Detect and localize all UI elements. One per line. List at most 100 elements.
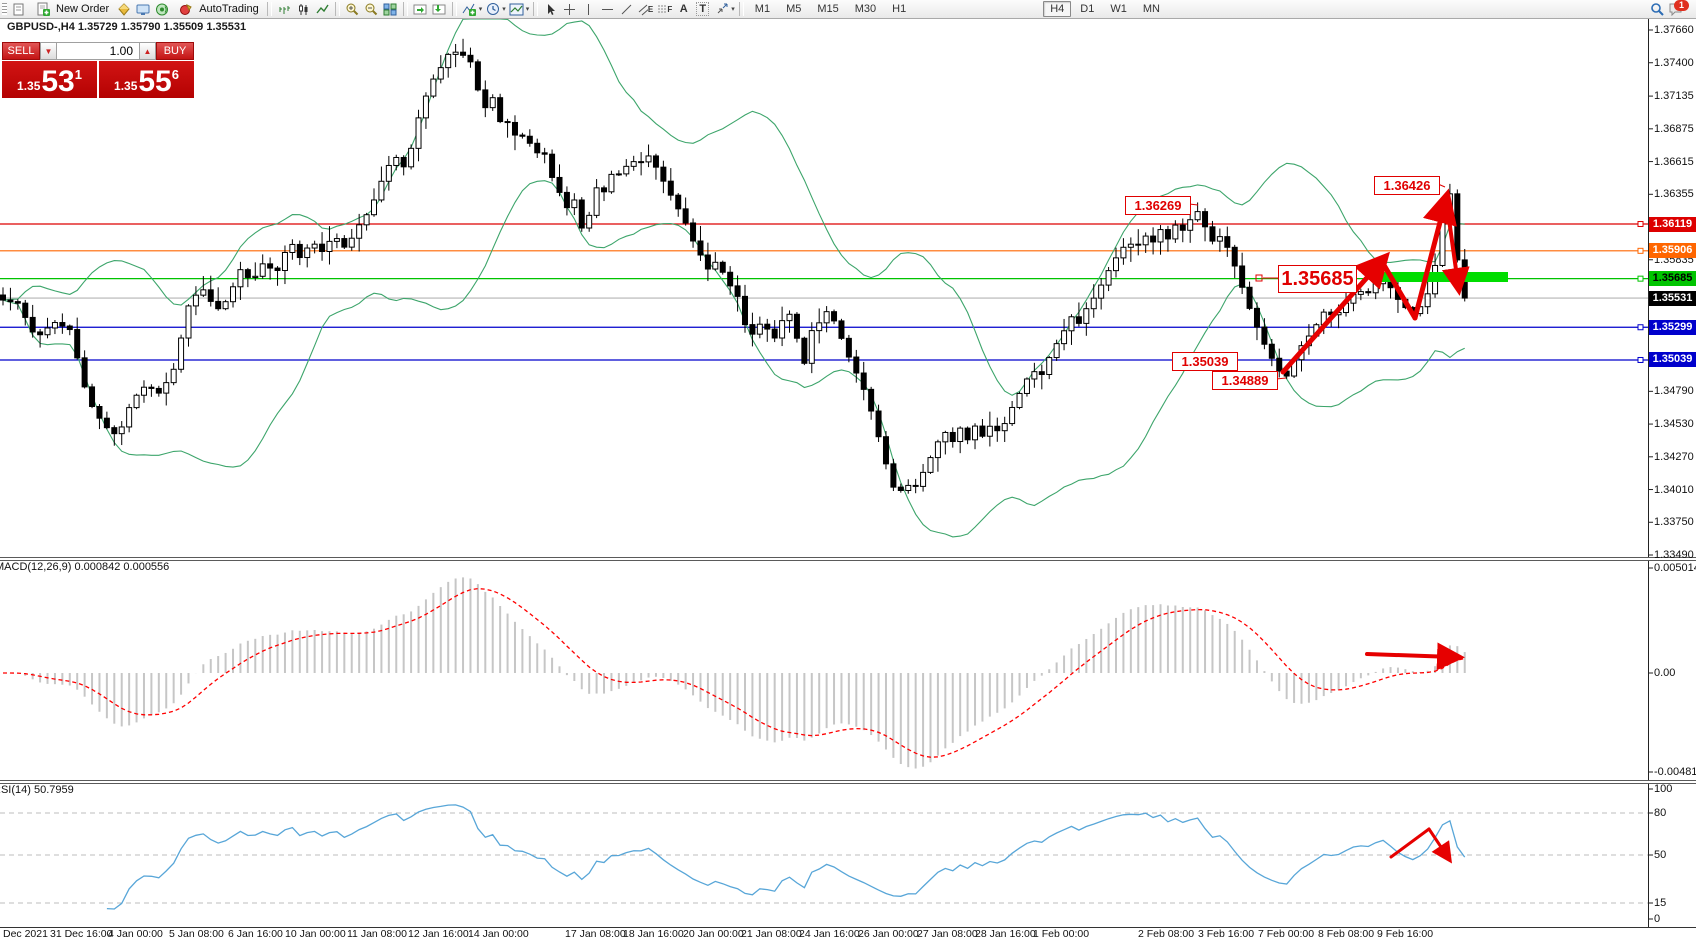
volume-input[interactable]: 1.00 bbox=[57, 42, 139, 60]
timeframe-mn[interactable]: MN bbox=[1136, 1, 1167, 17]
panel-separator-macd[interactable] bbox=[0, 557, 1696, 561]
rsi-axis-label: 15 bbox=[1654, 897, 1666, 909]
annotation-price-label: 1.35685 bbox=[1278, 265, 1357, 293]
search-icon[interactable] bbox=[1650, 2, 1665, 17]
annotation-price-label: 1.34889 bbox=[1212, 371, 1278, 390]
templates-icon[interactable] bbox=[509, 2, 524, 17]
rsi-axis-label: 50 bbox=[1654, 849, 1666, 861]
channel-tool-icon[interactable]: E bbox=[638, 2, 653, 17]
timeframe-h4[interactable]: H4 bbox=[1043, 1, 1071, 17]
macd-axis-label: -0.004812 bbox=[1654, 766, 1696, 778]
text-tool-icon[interactable]: A bbox=[676, 2, 691, 17]
zoom-in-icon[interactable] bbox=[345, 2, 360, 17]
periods-dropdown[interactable]: ▾ bbox=[502, 5, 506, 13]
toolbar-drag-handle[interactable] bbox=[2, 3, 7, 15]
tile-windows-icon[interactable] bbox=[383, 2, 398, 17]
chart-canvas[interactable] bbox=[0, 0, 1696, 939]
timeframe-h1[interactable]: H1 bbox=[885, 1, 913, 17]
timeframe-d1[interactable]: D1 bbox=[1073, 1, 1101, 17]
time-axis-label: 27 Jan 08:00 bbox=[917, 928, 978, 940]
panel-separator-rsi[interactable] bbox=[0, 780, 1696, 784]
rsi-axis-label: 100 bbox=[1654, 783, 1672, 795]
price-line-label: 1.35685 bbox=[1649, 271, 1696, 286]
time-axis-label: 5 Jan 08:00 bbox=[169, 928, 224, 940]
price-tick: 1.34010 bbox=[1654, 484, 1694, 496]
zoom-out-icon[interactable] bbox=[364, 2, 379, 17]
volume-decrease-button[interactable]: ▼ bbox=[40, 42, 57, 60]
price-tick: 1.34530 bbox=[1654, 418, 1694, 430]
time-axis-label: 26 Jan 00:00 bbox=[858, 928, 919, 940]
timeframe-w1[interactable]: W1 bbox=[1103, 1, 1134, 17]
time-axis-label: 11 Jan 08:00 bbox=[347, 928, 407, 940]
sell-price-major: 1.35 bbox=[17, 79, 40, 93]
price-line-label: 1.35531 bbox=[1649, 291, 1696, 306]
text-tool-glyph: A bbox=[680, 3, 688, 15]
timeframe-m1[interactable]: M1 bbox=[748, 1, 777, 17]
fibonacci-tool-icon[interactable]: F bbox=[657, 2, 672, 17]
indicators-icon[interactable] bbox=[462, 2, 477, 17]
periods-clock-icon[interactable] bbox=[485, 2, 500, 17]
time-axis-label: 2 Feb 08:00 bbox=[1138, 928, 1194, 940]
new-order-button[interactable]: New Order bbox=[28, 1, 114, 18]
indicators-dropdown[interactable]: ▾ bbox=[479, 5, 483, 13]
candlestick-icon[interactable] bbox=[296, 2, 311, 17]
buy-price-major: 1.35 bbox=[114, 79, 137, 93]
macd-indicator-label: MACD(12,26,9) 0.000842 0.000556 bbox=[0, 561, 169, 573]
time-axis-label: 10 Jan 00:00 bbox=[285, 928, 346, 940]
price-tick: 1.37400 bbox=[1654, 57, 1694, 69]
trendline-tool-icon[interactable] bbox=[619, 2, 634, 17]
price-tick: 1.34790 bbox=[1654, 385, 1694, 397]
time-axis-label: 17 Jan 08:00 bbox=[565, 928, 626, 940]
annotation-price-label: 1.36269 bbox=[1125, 196, 1191, 215]
toolbar: New Order AutoTrading bbox=[0, 0, 1696, 19]
timeframe-m30[interactable]: M30 bbox=[848, 1, 883, 17]
time-axis-label: 12 Jan 16:00 bbox=[408, 928, 469, 940]
auto-scroll-icon[interactable] bbox=[413, 2, 428, 17]
cursor-tool-icon[interactable] bbox=[543, 2, 558, 17]
price-line-label: 1.35299 bbox=[1649, 320, 1696, 335]
market-watch-icon[interactable] bbox=[116, 2, 131, 17]
time-axis-label: 31 Dec 16:00 bbox=[50, 928, 112, 940]
timeframe-m5[interactable]: M5 bbox=[779, 1, 808, 17]
time-axis-label: 9 Feb 16:00 bbox=[1377, 928, 1433, 940]
price-line-label: 1.35039 bbox=[1649, 352, 1696, 367]
time-axis-label: 24 Jan 16:00 bbox=[799, 928, 860, 940]
symbol-ohlc-header: GBPUSD-,H4 1.35729 1.35790 1.35509 1.355… bbox=[7, 21, 246, 33]
timeframe-m15[interactable]: M15 bbox=[810, 1, 845, 17]
sell-price-box[interactable]: 1.35 53 1 bbox=[2, 61, 97, 98]
autotrading-button[interactable]: AutoTrading bbox=[171, 1, 264, 18]
sell-price-pips: 53 bbox=[41, 68, 74, 96]
annotation-price-label: 1.36426 bbox=[1374, 176, 1440, 195]
shapes-tool-icon[interactable] bbox=[714, 2, 729, 17]
fibonacci-tool-glyph: F bbox=[667, 5, 672, 14]
chart-shift-icon[interactable] bbox=[432, 2, 447, 17]
rsi-axis-label: 0 bbox=[1654, 913, 1660, 925]
label-tool-icon[interactable]: T bbox=[695, 2, 710, 17]
line-chart-icon[interactable] bbox=[315, 2, 330, 17]
templates-dropdown[interactable]: ▾ bbox=[526, 5, 530, 13]
new-order-icon bbox=[35, 2, 50, 17]
price-line-label: 1.35906 bbox=[1649, 243, 1696, 258]
buy-button[interactable]: BUY bbox=[156, 42, 194, 60]
shapes-dropdown[interactable]: ▾ bbox=[731, 5, 735, 13]
annotation-price-label: 1.35039 bbox=[1172, 352, 1238, 371]
hline-tool-icon[interactable] bbox=[600, 2, 615, 17]
vline-tool-icon[interactable] bbox=[581, 2, 596, 17]
timeframe-bar: M1M5M15M30H1 H4D1W1MN bbox=[747, 1, 1168, 17]
price-tick: 1.36615 bbox=[1654, 156, 1694, 168]
notifications-icon[interactable]: 1 bbox=[1669, 2, 1684, 17]
crosshair-tool-icon[interactable] bbox=[562, 2, 577, 17]
terminal-icon[interactable] bbox=[135, 2, 150, 17]
bar-chart-icon[interactable] bbox=[277, 2, 292, 17]
time-axis-label: 20 Jan 00:00 bbox=[683, 928, 744, 940]
time-axis-label: 8 Feb 08:00 bbox=[1318, 928, 1374, 940]
rsi-axis-label: 80 bbox=[1654, 807, 1666, 819]
time-axis-label: 7 Feb 00:00 bbox=[1258, 928, 1314, 940]
buy-price-box[interactable]: 1.35 55 6 bbox=[99, 61, 194, 98]
macd-axis-label: 0.00 bbox=[1654, 667, 1675, 679]
sell-button[interactable]: SELL bbox=[2, 42, 40, 60]
price-tick: 1.36355 bbox=[1654, 188, 1694, 200]
volume-increase-button[interactable]: ▲ bbox=[139, 42, 156, 60]
signals-icon[interactable] bbox=[154, 2, 169, 17]
buy-price-point: 6 bbox=[172, 67, 179, 82]
